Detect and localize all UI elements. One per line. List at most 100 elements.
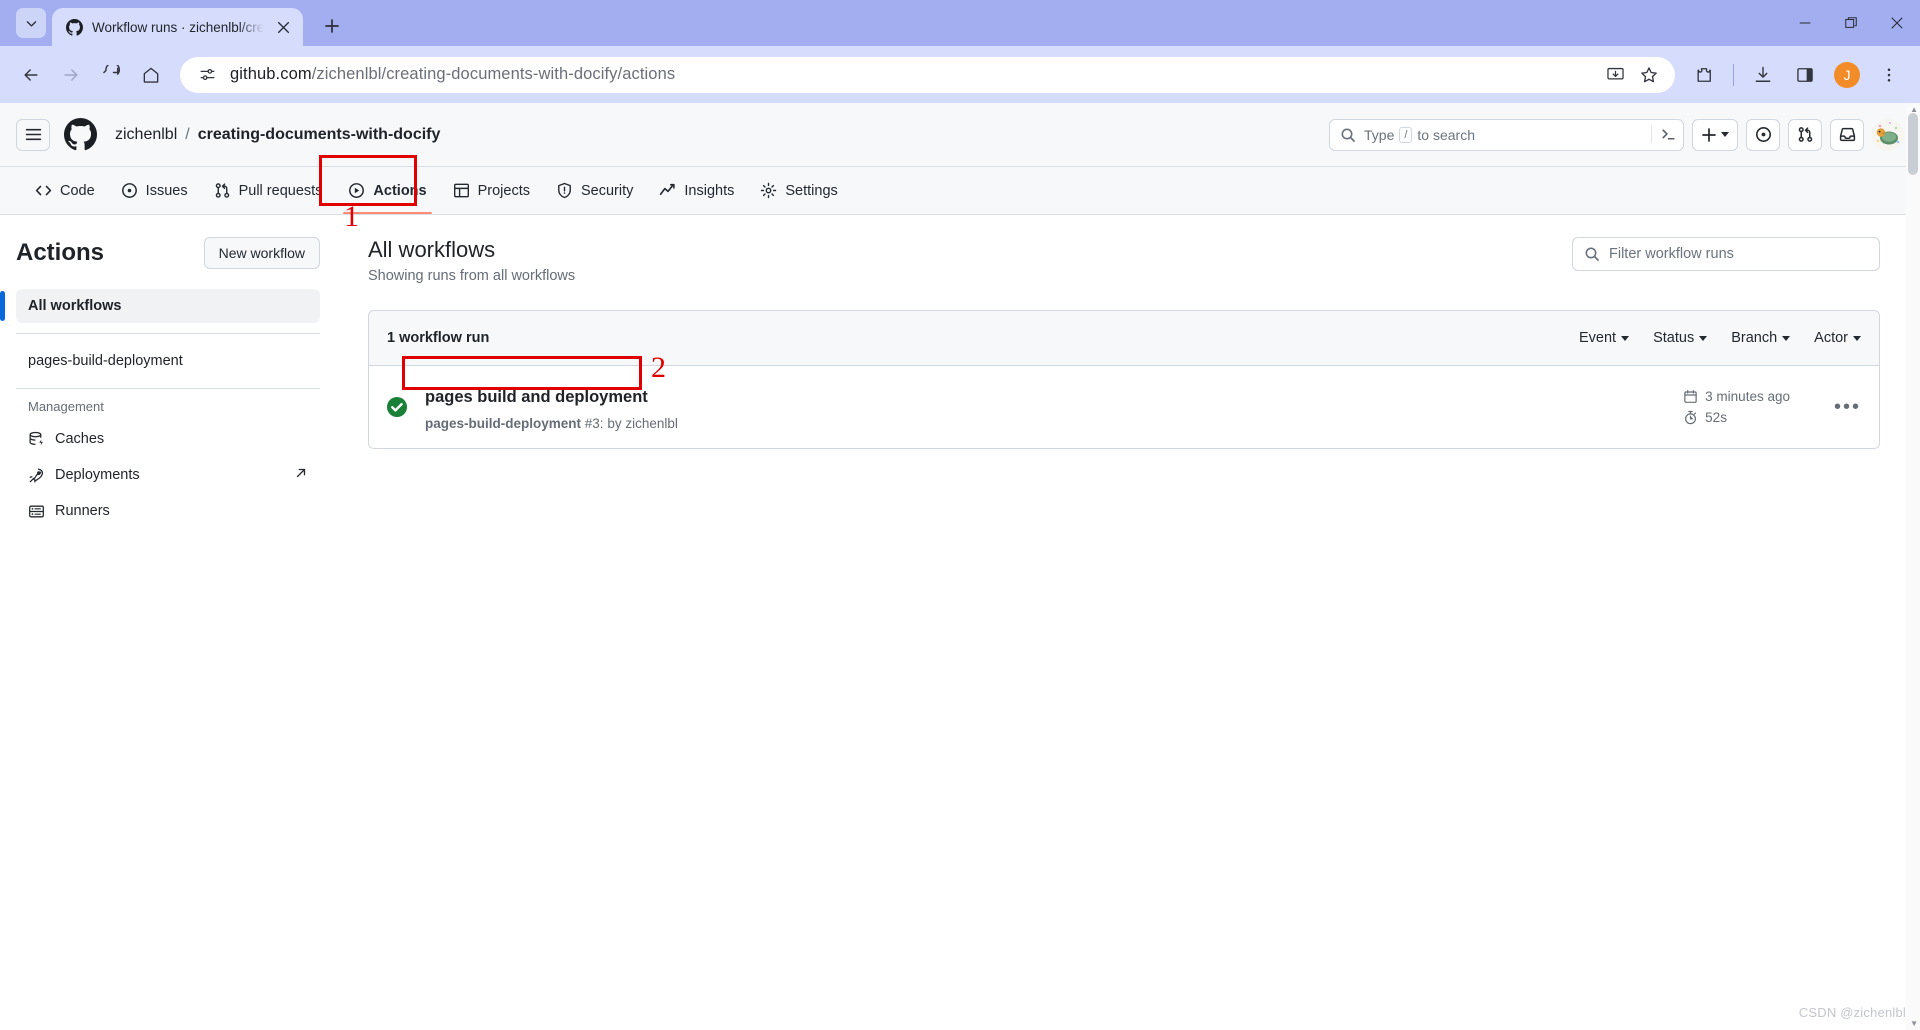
workflow-run-filters: Event Status Branch Actor xyxy=(1579,330,1861,346)
nav-tab-security[interactable]: Security xyxy=(543,167,646,214)
workflow-runs-table: 1 workflow run Event Status Branch Actor… xyxy=(368,310,1880,449)
sidebar-item-all-workflows[interactable]: All workflows xyxy=(0,289,320,323)
workflow-run-number: #3: xyxy=(584,415,604,431)
filter-dropdown-actor[interactable]: Actor xyxy=(1814,330,1861,346)
duration-text: 52s xyxy=(1705,410,1727,425)
sidebar-item-deployments[interactable]: Deployments xyxy=(16,458,320,492)
filter-dropdown-branch[interactable]: Branch xyxy=(1731,330,1791,346)
workflow-run-timings: 3 minutes ago 52s xyxy=(1683,389,1790,425)
nav-tab-issues[interactable]: Issues xyxy=(108,167,201,214)
side-panel-button[interactable] xyxy=(1786,56,1824,94)
chevron-down-icon xyxy=(26,20,36,27)
workflow-run-duration: 52s xyxy=(1683,410,1790,425)
main-header: All workflows Showing runs from all work… xyxy=(368,237,1880,284)
bookmark-button[interactable] xyxy=(1633,59,1665,91)
global-menu-button[interactable] xyxy=(16,118,50,151)
breadcrumb-owner[interactable]: zichenlbl xyxy=(115,126,177,144)
scroll-up-arrow-icon[interactable]: ▲ xyxy=(1910,105,1918,114)
nav-tab-code[interactable]: Code xyxy=(22,167,108,214)
success-check-icon xyxy=(387,397,407,417)
browser-tab-strip: Workflow runs · zichenlbl/cre xyxy=(0,0,1920,46)
gear-icon xyxy=(761,182,777,199)
filter-dropdown-event[interactable]: Event xyxy=(1579,330,1630,346)
nav-tab-label: Settings xyxy=(785,182,838,199)
search-icon xyxy=(1341,128,1355,142)
tab-title: Workflow runs · zichenlbl/cre xyxy=(92,19,265,35)
downloads-button[interactable] xyxy=(1744,56,1782,94)
filter-dropdown-status[interactable]: Status xyxy=(1653,330,1708,346)
workflow-run-info: pages build and deployment pages-build-d… xyxy=(419,384,678,431)
nav-tab-insights[interactable]: Insights xyxy=(646,167,747,214)
url-domain: github.com xyxy=(230,65,312,83)
filter-workflow-runs-input[interactable]: Filter workflow runs xyxy=(1572,237,1880,271)
tab-search-dropdown-button[interactable] xyxy=(16,8,46,38)
sidebar-item-label: All workflows xyxy=(28,298,122,314)
profile-avatar: J xyxy=(1834,61,1860,88)
page-scrollbar[interactable]: ▲ ▼ xyxy=(1906,103,1920,1030)
window-maximize-button[interactable] xyxy=(1828,0,1874,46)
actions-main: All workflows Showing runs from all work… xyxy=(344,215,1920,530)
nav-tab-pull-requests[interactable]: Pull requests xyxy=(201,167,336,214)
nav-tab-settings[interactable]: Settings xyxy=(747,167,850,214)
issue-opened-icon xyxy=(121,183,137,198)
your-issues-button[interactable] xyxy=(1746,118,1780,151)
sidebar-item-caches[interactable]: Caches xyxy=(16,422,320,456)
workflow-run-title[interactable]: pages build and deployment xyxy=(419,384,658,412)
external-link-icon xyxy=(294,466,308,484)
kebab-menu-icon[interactable]: ••• xyxy=(1834,397,1861,417)
install-app-button[interactable] xyxy=(1599,59,1631,91)
minimize-icon xyxy=(1799,22,1811,24)
command-palette-icon xyxy=(1662,129,1675,140)
github-icon xyxy=(66,18,83,36)
watermark: CSDN @zichenlbl xyxy=(1798,1005,1906,1020)
nav-tab-label: Security xyxy=(580,182,634,199)
toolbar-right-actions: J xyxy=(1685,56,1908,94)
back-button[interactable] xyxy=(12,56,50,94)
server-icon xyxy=(29,505,44,517)
issue-opened-icon xyxy=(1755,127,1771,142)
home-button[interactable] xyxy=(132,56,170,94)
nav-tab-projects[interactable]: Projects xyxy=(440,167,543,214)
forward-button[interactable] xyxy=(52,56,90,94)
tab-close-button[interactable] xyxy=(273,17,293,37)
sidebar-item-runners[interactable]: Runners xyxy=(16,494,320,528)
annotation-number-2: 2 xyxy=(651,351,666,384)
address-bar[interactable]: github.com/zichenlbl/creating-documents-… xyxy=(180,56,1675,93)
your-pull-requests-button[interactable] xyxy=(1788,118,1822,151)
notifications-button[interactable] xyxy=(1830,118,1864,151)
workflow-run-title-wrap: pages build and deployment xyxy=(419,384,678,412)
extensions-button[interactable] xyxy=(1685,56,1723,94)
window-minimize-button[interactable] xyxy=(1782,0,1828,46)
user-avatar[interactable] xyxy=(1872,118,1904,151)
new-tab-button[interactable] xyxy=(317,11,347,41)
workflow-run-right: 3 minutes ago 52s ••• xyxy=(1683,389,1861,425)
site-settings-button[interactable] xyxy=(194,62,220,88)
command-palette-button[interactable] xyxy=(1651,126,1677,143)
breadcrumb-repo[interactable]: creating-documents-with-docify xyxy=(198,126,441,144)
profile-button[interactable]: J xyxy=(1828,56,1866,94)
download-icon xyxy=(1755,66,1771,82)
scrollbar-thumb[interactable] xyxy=(1908,113,1918,175)
sidebar-item-label: Caches xyxy=(55,431,105,447)
sidebar-item-pages-build-deployment[interactable]: pages-build-deployment xyxy=(16,344,320,378)
inbox-icon xyxy=(1839,127,1855,142)
browser-toolbar: github.com/zichenlbl/creating-documents-… xyxy=(0,46,1920,103)
reload-button[interactable] xyxy=(92,56,130,94)
shield-icon xyxy=(558,182,571,199)
page-subtitle: Showing runs from all workflows xyxy=(368,268,576,284)
window-close-button[interactable] xyxy=(1874,0,1920,46)
global-search-input[interactable]: Type / to search xyxy=(1329,118,1684,151)
side-panel-icon xyxy=(1797,67,1813,82)
browser-menu-button[interactable] xyxy=(1870,56,1908,94)
forward-arrow-icon xyxy=(64,68,78,81)
browser-tab[interactable]: Workflow runs · zichenlbl/cre xyxy=(52,8,304,46)
chevron-down-icon xyxy=(1699,335,1708,341)
workflow-run-row[interactable]: pages build and deployment pages-build-d… xyxy=(369,366,1879,448)
create-new-button[interactable] xyxy=(1692,118,1738,151)
install-app-icon xyxy=(1606,67,1624,80)
filter-label: Status xyxy=(1653,330,1695,346)
page-viewport: zichenlbl / creating-documents-with-doci… xyxy=(0,103,1920,1030)
scroll-down-arrow-icon[interactable]: ▼ xyxy=(1910,1019,1918,1028)
new-workflow-button[interactable]: New workflow xyxy=(203,237,320,269)
github-mark-icon[interactable] xyxy=(64,118,97,151)
